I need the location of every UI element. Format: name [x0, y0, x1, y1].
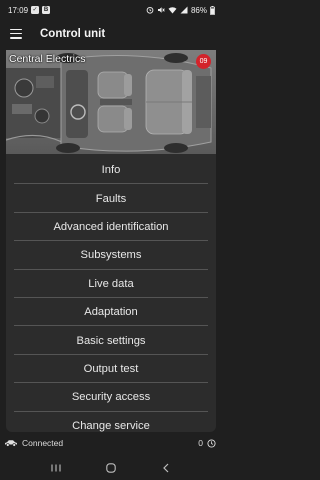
app-bar: Control unit: [0, 20, 222, 47]
back-icon: [163, 463, 169, 472]
status-bar: 17:09 ✓ B 86%: [0, 0, 222, 20]
battery-icon: [210, 5, 215, 15]
connection-count: 0: [198, 438, 216, 448]
menu-item-subsystems[interactable]: Subsystems: [6, 241, 216, 270]
menu-item-advanced-identification[interactable]: Advanced identification: [6, 213, 216, 242]
recent-apps-button[interactable]: [44, 459, 68, 477]
function-list: Info Faults Advanced identification Subs…: [6, 154, 216, 440]
hamburger-menu-icon[interactable]: [10, 28, 22, 39]
status-bar-left: 17:09 ✓ B: [8, 5, 51, 15]
menu-item-adaptation[interactable]: Adaptation: [6, 298, 216, 327]
car-icon: [4, 439, 18, 447]
battery-percent: 86%: [190, 5, 207, 15]
menu-item-info[interactable]: Info: [6, 156, 216, 185]
wifi-icon: [168, 6, 177, 14]
home-button[interactable]: [99, 459, 123, 477]
menu-item-security-access[interactable]: Security access: [6, 383, 216, 412]
mute-icon: [157, 6, 165, 14]
status-time: 17:09: [8, 5, 29, 15]
home-icon: [106, 462, 116, 473]
check-box-icon: ✓: [31, 6, 40, 14]
app-screen: 17:09 ✓ B 86% Control unit Central Elect…: [0, 0, 222, 480]
menu-item-basic-settings[interactable]: Basic settings: [6, 326, 216, 356]
menu-item-live-data[interactable]: Live data: [6, 270, 216, 299]
recent-apps-icon: [51, 464, 61, 471]
b-app-icon: B: [42, 6, 51, 14]
connection-status-text: Connected: [22, 438, 64, 448]
connection-status-bar: Connected 0: [0, 434, 222, 452]
control-unit-banner: Central Electrics 09: [6, 50, 216, 154]
menu-item-output-test[interactable]: Output test: [6, 355, 216, 384]
module-name: Central Electrics: [9, 53, 86, 65]
back-button[interactable]: [154, 459, 178, 477]
function-menu: Info Faults Advanced identification Subs…: [6, 154, 216, 432]
alarm-icon: [146, 6, 154, 14]
timer-icon: [207, 438, 216, 448]
status-bar-right: 86%: [146, 5, 215, 15]
connection-status: Connected: [4, 438, 63, 448]
module-address-badge: 09: [196, 54, 211, 69]
connection-count-value: 0: [198, 438, 203, 448]
signal-icon: [180, 6, 188, 14]
car-interior-illustration: [6, 50, 216, 154]
system-navigation-bar: [0, 455, 222, 480]
page-title: Control unit: [40, 27, 106, 40]
menu-item-faults[interactable]: Faults: [6, 184, 216, 214]
